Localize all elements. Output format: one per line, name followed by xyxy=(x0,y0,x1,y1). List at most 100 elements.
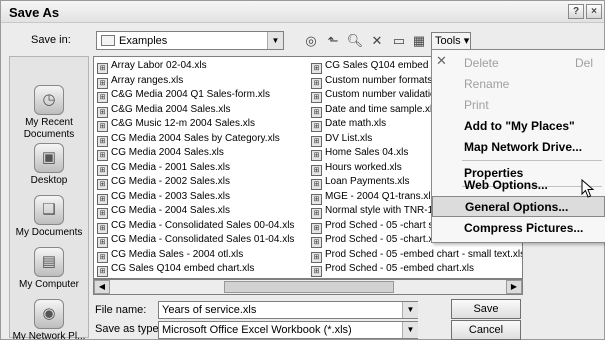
menu-item-label: Compress Pictures... xyxy=(464,221,584,235)
excel-file-icon: ⊞ xyxy=(311,237,322,248)
file-name: Date and time sample.xls xyxy=(325,103,438,115)
excel-file-icon: ⊞ xyxy=(311,164,322,176)
file-item[interactable]: ⊞ Prod Sched - 05 -embed chart.xls xyxy=(311,262,522,277)
tools-menu: ✕ Delete Del Rename Print Add to "My Pla… xyxy=(431,49,605,243)
place-my-computer[interactable]: ▤ My Computer xyxy=(10,247,88,291)
file-name: Date math.xls xyxy=(325,118,387,129)
save-in-combo[interactable]: Examples ▼ xyxy=(96,31,284,50)
cancel-button[interactable]: Cancel xyxy=(451,320,521,340)
menu-item-web-options[interactable]: Web Options... xyxy=(432,175,605,196)
file-item[interactable]: ⊞ Array ranges.xls xyxy=(97,74,294,89)
back-icon[interactable]: ◎ xyxy=(301,32,321,50)
file-item[interactable]: ⊞ CG Media Sales - 2004 otl.xls xyxy=(97,248,294,263)
file-name: C&G Media 2004 Sales.xls xyxy=(111,103,231,115)
menu-item-rename[interactable]: Rename xyxy=(432,74,605,95)
excel-file-icon: ⊞ xyxy=(97,222,108,234)
file-name: Array ranges.xls xyxy=(111,74,184,86)
file-item[interactable]: ⊞ C&G Media 2004 Sales.xls xyxy=(97,103,294,118)
file-name: C&G Music 12-m 2004 Sales.xls xyxy=(111,118,255,129)
excel-file-icon: ⊞ xyxy=(97,164,108,176)
place-recent-documents[interactable]: ◷ My Recent Documents xyxy=(10,85,88,141)
scroll-thumb[interactable] xyxy=(224,281,394,293)
file-item[interactable]: ⊞ CG Media - 2004 Sales.xls xyxy=(97,204,294,219)
place-desktop[interactable]: ▣ Desktop xyxy=(10,143,88,187)
menu-item-shortcut: Del xyxy=(574,56,593,70)
menu-item-label: Print xyxy=(464,98,489,112)
menu-item-print[interactable]: Print xyxy=(432,95,605,116)
place-label: My Computer xyxy=(18,279,79,290)
file-name: CG Media Sales - 2004 otl.xls xyxy=(111,248,244,260)
menu-item-label: Web Options... xyxy=(464,178,548,192)
views-icon[interactable]: ▦ xyxy=(409,32,429,50)
file-name-value: Years of service.xls xyxy=(162,304,257,316)
excel-file-icon: ⊞ xyxy=(97,121,108,132)
file-name: Prod Sched - 05 -embed chart.xls xyxy=(325,263,474,274)
tools-button[interactable]: Tools ▾ xyxy=(431,32,471,50)
desktop-icon: ▣ xyxy=(34,143,64,173)
file-item[interactable]: ⊞ C&G Music 12-m 2004 Sales.xls xyxy=(97,117,294,132)
menu-item-label: Delete xyxy=(464,56,499,70)
file-item[interactable]: ⊞ CG Media 2004 Sales.xls xyxy=(97,146,294,161)
excel-file-icon: ⊞ xyxy=(97,179,108,190)
help-button[interactable]: ? xyxy=(568,4,584,19)
file-name: CG Media - 2003 Sales.xls xyxy=(111,190,230,202)
excel-file-icon: ⊞ xyxy=(311,208,322,219)
file-item[interactable]: ⊞ CG Media - 2001 Sales.xls xyxy=(97,161,294,176)
save-in-label: Save in: xyxy=(31,34,71,46)
file-item[interactable]: ⊞ CG Media - 2002 Sales.xls xyxy=(97,175,294,190)
horizontal-scrollbar[interactable]: ◀ ▶ xyxy=(93,279,523,295)
place-label: My Recent Documents xyxy=(23,117,75,140)
place-label: Desktop xyxy=(30,175,68,186)
dialog-title: Save As xyxy=(9,5,60,20)
menu-item-compress-pictures[interactable]: Compress Pictures... xyxy=(432,218,605,239)
chevron-down-icon[interactable]: ▼ xyxy=(267,32,283,49)
file-item[interactable]: ⊞ CG Sales Q104 embed chart.xls xyxy=(97,262,294,277)
file-item[interactable]: ⊞ C&G Media 2004 Q1 Sales-form.xls xyxy=(97,88,294,103)
menu-item-add-to-my-places[interactable]: Add to "My Places" xyxy=(432,116,605,137)
save-as-type-value: Microsoft Office Excel Workbook (*.xls) xyxy=(162,324,352,336)
menu-item-label: Add to "My Places" xyxy=(464,119,575,133)
file-name: CG Media - Consolidated Sales 01-04.xls xyxy=(111,234,295,245)
file-name: CG Media - 2001 Sales.xls xyxy=(111,161,230,173)
place-my-documents[interactable]: ❑ My Documents xyxy=(10,195,88,239)
search-web-icon[interactable]: 🔍︎ xyxy=(345,32,365,50)
file-item[interactable]: ⊞ Prod Sched - 05 -embed chart - small te… xyxy=(311,248,522,263)
file-item[interactable]: ⊞ CG Media 2004 Sales by Category.xls xyxy=(97,132,294,147)
excel-file-icon: ⊞ xyxy=(97,150,108,161)
file-name: CG Media - 2004 Sales.xls xyxy=(111,205,230,216)
file-item[interactable]: ⊞ CG Media - Consolidated Sales 00-04.xls xyxy=(97,219,294,234)
filetype-dropdown-icon[interactable]: ▼ xyxy=(402,322,418,338)
filename-dropdown-icon[interactable]: ▼ xyxy=(402,302,418,318)
file-name-label: File name: xyxy=(95,304,147,316)
excel-file-icon: ⊞ xyxy=(97,77,108,89)
file-item[interactable]: ⊞ Array Labor 02-04.xls xyxy=(97,59,294,74)
place-label: My Documents xyxy=(15,227,83,238)
up-folder-icon[interactable]: ⬑ xyxy=(323,32,343,50)
excel-file-icon: ⊞ xyxy=(311,222,322,234)
place-label: My Network Pl... xyxy=(12,331,86,340)
scroll-left-icon[interactable]: ◀ xyxy=(94,280,110,294)
menu-item-map-network-drive[interactable]: Map Network Drive... xyxy=(432,137,605,158)
new-folder-icon[interactable]: ▭ xyxy=(389,32,409,50)
excel-file-icon: ⊞ xyxy=(97,266,108,277)
scroll-right-icon[interactable]: ▶ xyxy=(506,280,522,294)
places-bar: ◷ My Recent Documents ▣ Desktop ❑ My Doc… xyxy=(9,56,89,340)
excel-file-icon: ⊞ xyxy=(311,193,322,205)
save-button[interactable]: Save xyxy=(451,299,521,319)
save-as-type-select[interactable]: Microsoft Office Excel Workbook (*.xls) xyxy=(158,321,418,339)
my-documents-icon: ❑ xyxy=(34,195,64,225)
place-my-network[interactable]: ◉ My Network Pl... xyxy=(10,299,88,340)
file-name: Array Labor 02-04.xls xyxy=(111,60,207,71)
delete-icon[interactable]: ✕ xyxy=(367,32,387,50)
file-item[interactable]: ⊞ CG Media - 2003 Sales.xls xyxy=(97,190,294,205)
excel-file-icon: ⊞ xyxy=(97,106,108,118)
menu-item-label: Rename xyxy=(464,77,510,91)
file-name-input[interactable]: Years of service.xls xyxy=(158,301,418,319)
excel-file-icon: ⊞ xyxy=(97,135,108,147)
menu-item-general-options[interactable]: General Options... xyxy=(432,196,605,217)
excel-file-icon: ⊞ xyxy=(311,135,322,147)
file-name: CG Sales Q104 embed cha xyxy=(325,60,448,71)
menu-item-delete[interactable]: Delete Del xyxy=(432,53,605,74)
close-button[interactable]: × xyxy=(586,4,602,19)
file-item[interactable]: ⊞ CG Media - Consolidated Sales 01-04.xls xyxy=(97,233,294,248)
